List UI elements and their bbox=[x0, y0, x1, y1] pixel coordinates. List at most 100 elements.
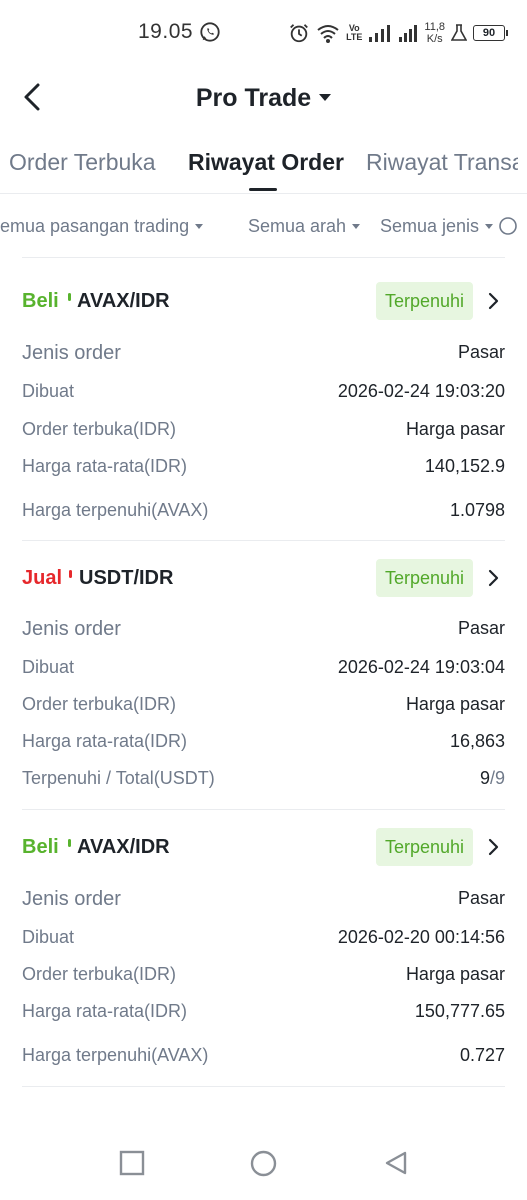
alarm-icon bbox=[290, 24, 308, 43]
tab-bar: Order Terbuka Riwayat Order Riwayat Tran… bbox=[0, 140, 527, 194]
order-row: Harga terpenuhi(AVAX) 0.727 bbox=[22, 1045, 505, 1071]
divider bbox=[22, 540, 505, 541]
filter-type[interactable]: Semua jenis bbox=[380, 216, 494, 237]
order-row: Jenis order Pasar bbox=[22, 342, 505, 368]
total-amount: 9 bbox=[494, 768, 505, 788]
order-row: Order terbuka(IDR) Harga pasar bbox=[22, 694, 505, 720]
caret-down-icon bbox=[319, 93, 332, 101]
row-label: Dibuat bbox=[22, 927, 75, 947]
order-row: Terpenuhi / Total(USDT) 9/9 bbox=[22, 768, 505, 794]
order-card[interactable]: Beli AVAX/IDR Terpenuhi Jenis order Pasar… bbox=[22, 828, 505, 1078]
caret-down-icon bbox=[352, 224, 361, 229]
order-pair: AVAX/IDR bbox=[77, 290, 170, 312]
divider bbox=[22, 1086, 505, 1087]
filter-pairs-label: Semua pasangan trading bbox=[0, 216, 190, 236]
row-label: Order terbuka(IDR) bbox=[22, 419, 177, 439]
page-title[interactable]: Pro Trade bbox=[0, 84, 527, 113]
chevron-right-icon[interactable] bbox=[487, 838, 501, 856]
row-value: 140,152.9 bbox=[424, 456, 505, 476]
net-speed-unit: K/s bbox=[426, 33, 443, 45]
separator-dot bbox=[69, 570, 72, 578]
clock-icon[interactable] bbox=[498, 216, 518, 236]
back-triangle-icon[interactable] bbox=[383, 1150, 409, 1176]
filled-amount: 9 bbox=[479, 768, 490, 788]
signal-icon bbox=[369, 25, 391, 42]
caret-down-icon bbox=[195, 224, 204, 229]
row-value: 2026-02-24 19:03:20 bbox=[337, 381, 505, 401]
row-value: Harga pasar bbox=[405, 694, 505, 714]
separator-dot bbox=[68, 839, 71, 847]
order-card[interactable]: Beli AVAX/IDR Terpenuhi Jenis order Pasar… bbox=[22, 282, 505, 532]
row-label: Harga rata-rata(IDR) bbox=[22, 456, 188, 476]
chevron-right-icon[interactable] bbox=[487, 292, 501, 310]
row-label: Harga rata-rata(IDR) bbox=[22, 731, 188, 751]
order-row: Harga rata-rata(IDR) 150,777.65 bbox=[22, 1001, 505, 1027]
order-row: Dibuat 2026-02-24 19:03:04 bbox=[22, 657, 505, 683]
page-title-text: Pro Trade bbox=[195, 84, 312, 112]
net-speed: 11,8 K/s bbox=[424, 21, 445, 45]
order-row: Harga rata-rata(IDR) 16,863 bbox=[22, 731, 505, 757]
row-value: Harga pasar bbox=[405, 419, 505, 439]
header: Pro Trade bbox=[0, 66, 527, 132]
row-label: Harga rata-rata(IDR) bbox=[22, 1001, 188, 1021]
order-row: Jenis order Pasar bbox=[22, 888, 505, 914]
row-label: Jenis order bbox=[22, 342, 121, 364]
status-time: 19.05 bbox=[138, 20, 194, 43]
home-circle-icon[interactable] bbox=[250, 1150, 277, 1177]
row-value: 2026-02-24 19:03:04 bbox=[337, 657, 505, 677]
row-label: Dibuat bbox=[22, 657, 75, 677]
order-row: Order terbuka(IDR) Harga pasar bbox=[22, 419, 505, 445]
order-side: Beli bbox=[22, 290, 59, 312]
filter-pairs[interactable]: Semua pasangan trading bbox=[0, 216, 204, 237]
status-bar: 19.05 Vo LTE 11,8 K/s 90 bbox=[0, 0, 527, 66]
order-card[interactable]: Jual USDT/IDR Terpenuhi Jenis order Pasar… bbox=[22, 559, 505, 799]
status-icons: Vo LTE 11,8 K/s 90 bbox=[288, 18, 508, 48]
order-side: Jual bbox=[22, 567, 63, 589]
recents-square-icon[interactable] bbox=[119, 1150, 145, 1176]
filter-bar: Semua pasangan trading Semua arah Semua … bbox=[0, 212, 510, 242]
row-value: 9/9 bbox=[480, 768, 505, 789]
divider bbox=[22, 257, 505, 258]
tab-open-orders[interactable]: Order Terbuka bbox=[9, 149, 156, 176]
active-tab-indicator bbox=[249, 188, 277, 191]
chevron-right-icon[interactable] bbox=[487, 569, 501, 587]
row-label: Dibuat bbox=[22, 381, 75, 401]
tab-order-history[interactable]: Riwayat Order bbox=[188, 149, 344, 176]
filter-direction[interactable]: Semua arah bbox=[248, 216, 361, 237]
net-speed-value: 11,8 bbox=[424, 21, 445, 33]
system-nav-bar bbox=[0, 1140, 527, 1190]
flask-icon bbox=[451, 24, 467, 41]
order-row: Order terbuka(IDR) Harga pasar bbox=[22, 964, 505, 990]
order-row: Harga rata-rata(IDR) 140,152.9 bbox=[22, 456, 505, 482]
whatsapp-icon bbox=[200, 22, 220, 42]
order-pair: AVAX/IDR bbox=[77, 836, 170, 858]
filter-type-label: Semua jenis bbox=[380, 216, 480, 236]
row-label: Harga terpenuhi(AVAX) bbox=[22, 500, 209, 520]
row-value: Harga pasar bbox=[405, 964, 505, 984]
row-label: Jenis order bbox=[22, 618, 121, 640]
separator-dot bbox=[68, 293, 71, 301]
battery-icon: 90 bbox=[473, 25, 508, 41]
wifi-icon bbox=[317, 25, 339, 43]
order-side: Beli bbox=[22, 836, 59, 858]
row-label: Order terbuka(IDR) bbox=[22, 694, 177, 714]
row-value: 150,777.65 bbox=[414, 1001, 505, 1021]
volte-indicator: Vo LTE bbox=[346, 24, 362, 42]
row-value: 1.0798 bbox=[449, 500, 505, 520]
filter-direction-label: Semua arah bbox=[248, 216, 347, 236]
row-value: 0.727 bbox=[459, 1045, 505, 1065]
row-label: Order terbuka(IDR) bbox=[22, 964, 177, 984]
divider bbox=[22, 809, 505, 810]
order-row: Dibuat 2026-02-20 00:14:56 bbox=[22, 927, 505, 953]
order-row: Jenis order Pasar bbox=[22, 618, 505, 644]
order-header: Beli AVAX/IDR Terpenuhi bbox=[22, 282, 505, 322]
row-value: Pasar bbox=[457, 618, 505, 638]
row-value: Pasar bbox=[457, 888, 505, 908]
order-pair: USDT/IDR bbox=[79, 567, 174, 589]
caret-down-icon bbox=[485, 224, 494, 229]
tab-trade-history[interactable]: Riwayat Transaksi bbox=[366, 149, 518, 176]
row-label: Jenis order bbox=[22, 888, 121, 910]
status-badge: Terpenuhi bbox=[375, 828, 473, 866]
order-header: Beli AVAX/IDR Terpenuhi bbox=[22, 828, 505, 868]
status-badge: Terpenuhi bbox=[375, 282, 473, 320]
